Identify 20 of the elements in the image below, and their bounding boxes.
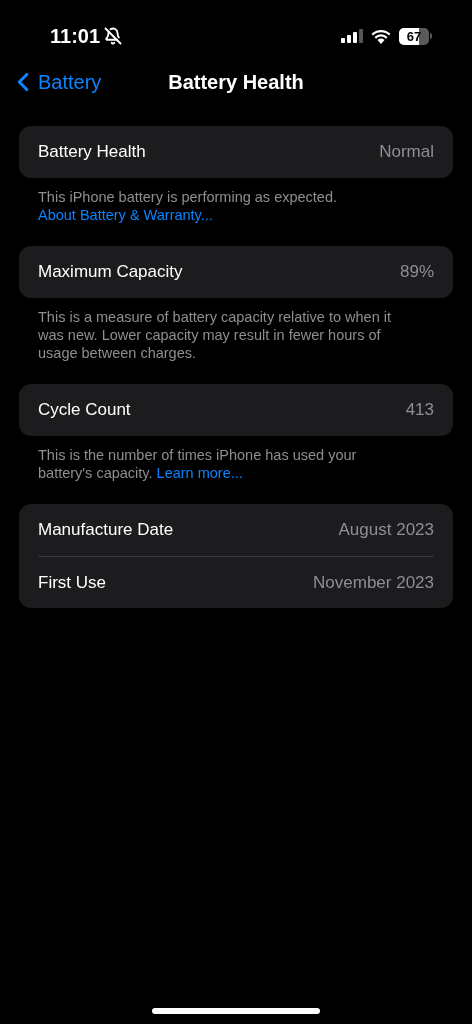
- row-label: Cycle Count: [38, 399, 131, 422]
- row-label: Battery Health: [38, 141, 146, 164]
- row-value: 89%: [399, 261, 434, 284]
- row-label: Manufacture Date: [38, 519, 174, 542]
- signal-icon: [341, 29, 363, 43]
- row-value: Normal: [379, 141, 434, 164]
- row-label: First Use: [38, 571, 106, 594]
- row-value: August 2023: [338, 519, 434, 542]
- page-title: Battery Health: [168, 70, 304, 95]
- section-footer: This iPhone battery is performing as expected. About Battery & Warranty...: [19, 178, 453, 224]
- section-footer: This is a measure of battery capacity relative to when it was new. Lower capacity may result in fewer hours of usage between charges.: [19, 298, 453, 362]
- footer-link[interactable]: Learn more...: [156, 465, 243, 481]
- row-label: Maximum Capacity: [38, 261, 183, 284]
- status-time: 11:01: [50, 24, 101, 49]
- back-button[interactable]: Battery: [8, 67, 102, 97]
- footer-link[interactable]: About Battery & Warranty...: [38, 207, 213, 223]
- row-value: 413: [405, 399, 434, 422]
- section-footer: This is the number of times iPhone has used your battery's capacity. Learn more...: [19, 436, 453, 482]
- row-value: November 2023: [313, 571, 434, 594]
- wifi-icon: [371, 28, 391, 44]
